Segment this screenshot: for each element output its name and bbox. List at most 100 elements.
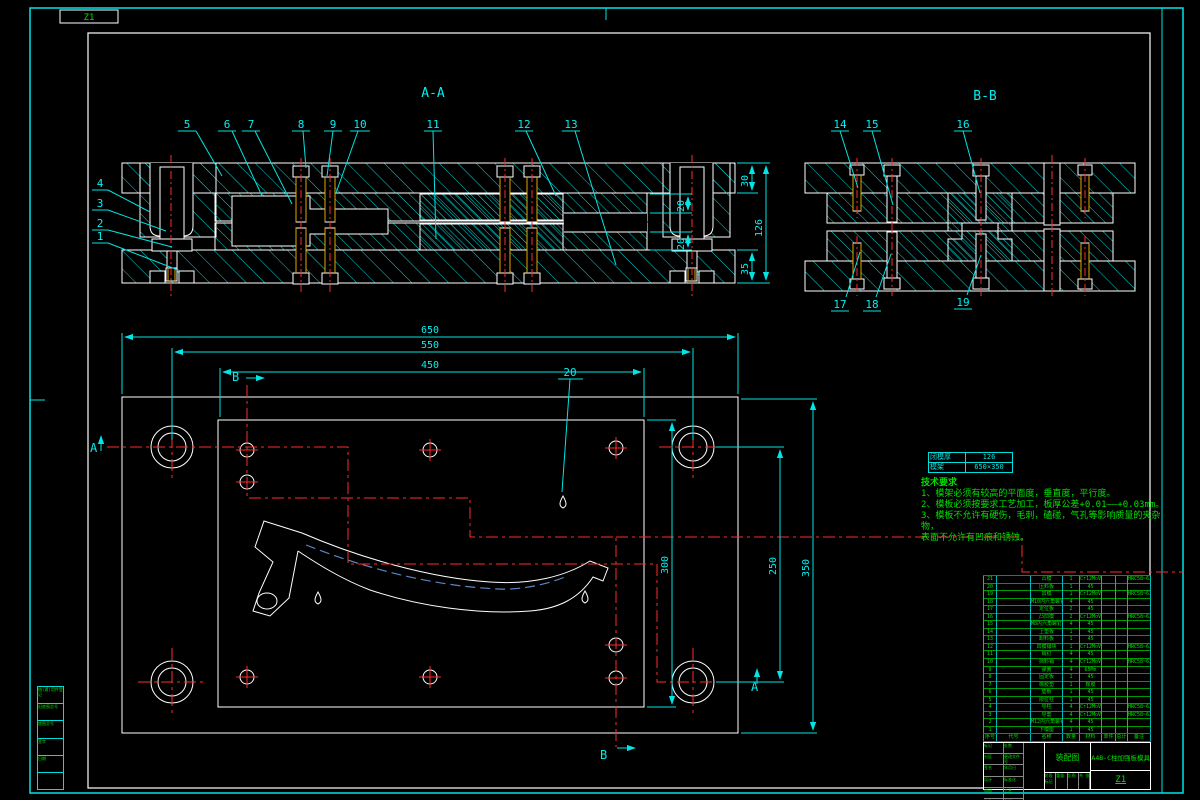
info-value: 650×350 xyxy=(974,463,1004,471)
title-block-cell: 比例 xyxy=(1068,773,1079,789)
bom-cell: 15 xyxy=(983,620,997,629)
title-block-field: 审核 xyxy=(984,787,1004,799)
bom-cell xyxy=(1115,718,1128,727)
bom-cell: Cr12MoV xyxy=(1079,658,1102,667)
bom-cell: 65Mn xyxy=(1079,665,1102,674)
bom-cell xyxy=(996,650,1031,659)
bom-cell: 2 xyxy=(1062,612,1080,621)
bom-cell: 凸凹模 xyxy=(1030,612,1063,621)
title-block-field: 标准化 xyxy=(1004,776,1024,788)
bom-cell: Cr12MoV xyxy=(1079,612,1102,621)
bom-row: 1 下模座 1 45 xyxy=(983,725,1151,735)
svg-text:7: 7 xyxy=(248,118,255,131)
aa-bottom-plate xyxy=(121,249,736,284)
sheet-number: Z1 xyxy=(1115,775,1127,785)
bom-cell xyxy=(1115,635,1128,644)
bom-cell: HRC58~62 xyxy=(1127,642,1151,651)
bom-cell: 凸模 xyxy=(1030,575,1063,584)
bom-cell xyxy=(1115,582,1128,591)
bom-cell: 固定板 xyxy=(1030,673,1063,682)
bom-cell xyxy=(1115,612,1128,621)
bom-cell: 1 xyxy=(1062,695,1080,704)
title-block-field: 标记 xyxy=(984,743,1004,755)
bom-cell: 挡料销 xyxy=(1030,658,1063,667)
dim-300: 300 xyxy=(660,556,671,574)
dim-20-lower: 20 xyxy=(676,238,687,250)
bom-row: 20 压料板 1 45 xyxy=(983,582,1151,591)
bom-cell: Cr12MoV xyxy=(1079,703,1102,712)
bom-cell xyxy=(1101,665,1116,674)
bom-cell: 1 xyxy=(1062,725,1080,735)
dim-30: 30 xyxy=(740,175,751,187)
bom-cell xyxy=(996,635,1031,644)
bom-cell: 4 xyxy=(1062,665,1080,674)
svg-text:9: 9 xyxy=(330,118,337,131)
title-block-field: 签名 xyxy=(984,765,1004,777)
bom-cell: 导套 xyxy=(1030,710,1063,719)
bom-cell xyxy=(1127,620,1151,629)
border-strip-cell: 日期 xyxy=(38,756,63,773)
bom-cell: 45 xyxy=(1079,605,1102,614)
bom-cell xyxy=(1115,650,1128,659)
bom-cell xyxy=(1101,673,1116,682)
bom-cell: 45 xyxy=(1079,627,1102,636)
bom-cell: 11 xyxy=(983,650,997,659)
bom-cell xyxy=(996,725,1031,735)
bom-cell: 垫板 xyxy=(1030,688,1063,697)
bom-cell xyxy=(1115,680,1128,689)
bom-cell xyxy=(1115,710,1128,719)
bom-cell: 限位柱 xyxy=(1030,695,1063,704)
bom-row: 5 限位柱 1 45 xyxy=(983,695,1151,704)
bom-cell xyxy=(1101,695,1116,704)
border-strip-cell: 底图总号 xyxy=(38,721,63,739)
section-bb-title: B-B xyxy=(973,89,997,104)
bom-cell xyxy=(1101,605,1116,614)
bom-cell: 45 xyxy=(1079,718,1102,727)
bom-cell: 凹模 xyxy=(1030,590,1063,599)
title-block: 标记处数分区更改文件号签名年月日设计标准化审核工艺批准日期 装配图 阶段标记重量… xyxy=(983,742,1151,800)
bom-cell xyxy=(996,627,1031,636)
svg-text:6: 6 xyxy=(224,118,231,131)
bom-table: 21 凸模 1 Cr12MoV HRC58~62 20 压料板 1 45 19 凹模 1 Cr12MoV… xyxy=(983,575,1151,743)
border-strip-cell: 旧底图总号 xyxy=(38,704,63,722)
bom-cell xyxy=(1101,658,1116,667)
bom-cell xyxy=(1127,673,1151,682)
bom-cell: 2 xyxy=(983,718,997,727)
svg-text:14: 14 xyxy=(833,118,847,131)
bom-cell: 1 xyxy=(1062,635,1080,644)
bom-row: 6 垫板 1 45 xyxy=(983,688,1151,697)
bom-cell xyxy=(1115,658,1128,667)
bom-cell: 45 xyxy=(1079,673,1102,682)
title-block-cell: 共 张 xyxy=(1079,773,1091,789)
title-block-fields: 标记处数分区更改文件号签名年月日设计标准化审核工艺批准日期 xyxy=(984,743,1045,800)
bom-row: 4 导柱 4 Cr12MoV HRC58~62 xyxy=(983,703,1151,712)
bom-cell xyxy=(1115,590,1128,599)
bom-cell: 橡胶垫 xyxy=(1030,680,1063,689)
svg-text:3: 3 xyxy=(97,197,104,210)
bom-cell xyxy=(996,575,1031,584)
svg-text:1: 1 xyxy=(97,230,104,243)
bom-cell: 4 xyxy=(1062,710,1080,719)
bom-cell xyxy=(996,703,1031,712)
bom-cell: 45 xyxy=(1079,597,1102,606)
bom-cell: Cr12MoV xyxy=(1079,642,1102,651)
bom-cell: 12 xyxy=(983,642,997,651)
bom-cell: 13 xyxy=(983,635,997,644)
bom-cell: 下模座 xyxy=(1030,725,1063,735)
bom-cell: Cr12MoV xyxy=(1079,590,1102,599)
bom-cell xyxy=(1127,725,1151,735)
bom-row: 14 上垫板 1 45 xyxy=(983,627,1151,636)
bom-rows: 21 凸模 1 Cr12MoV HRC58~62 20 压料板 1 45 19 凹模 1 Cr12MoV… xyxy=(983,575,1151,735)
section-view-aa: A-A 30 35 126 20 20 5 6 7 8 9 10 11 12 1… xyxy=(92,86,770,296)
svg-text:19: 19 xyxy=(956,296,969,309)
bom-cell xyxy=(1127,597,1151,606)
bom-cell xyxy=(1101,575,1116,584)
bom-cell xyxy=(996,673,1031,682)
bom-cell xyxy=(996,710,1031,719)
bom-cell: 1 xyxy=(1062,688,1080,697)
section-mark-a-left: A xyxy=(90,441,98,455)
note-line: 1、模架必须有较高的平面度，垂直度，平行度。 xyxy=(921,489,1116,499)
title-block-field: 处数 xyxy=(1004,743,1024,755)
svg-text:18: 18 xyxy=(865,298,878,311)
bom-cell: 45 xyxy=(1079,725,1102,735)
